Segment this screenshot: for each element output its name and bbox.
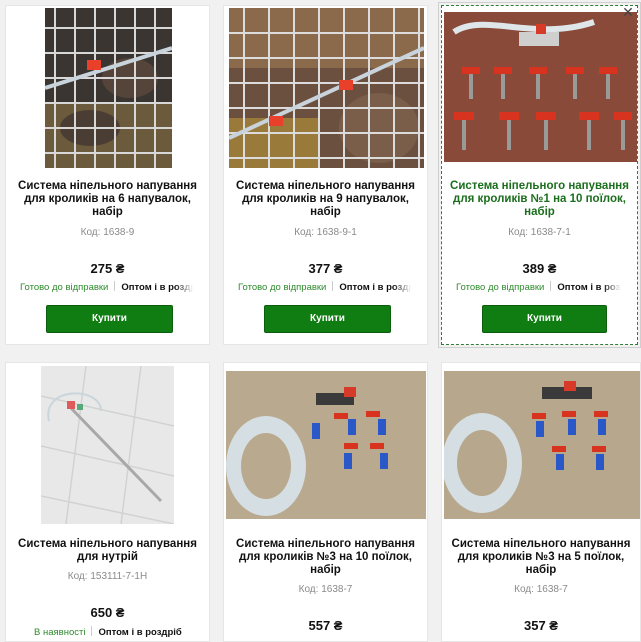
availability-row: В наявностi Оптом i в роздрiб — [34, 626, 193, 640]
product-image[interactable] — [226, 371, 426, 519]
product-title[interactable]: Система нiпельного напування для кроликi… — [448, 538, 634, 577]
product-title[interactable]: Система нiпельного напування для кроликi… — [230, 538, 421, 577]
text-fade — [175, 281, 193, 295]
product-title[interactable]: Система нiпельного напування для кроликi… — [448, 180, 631, 219]
product-image[interactable] — [444, 12, 637, 162]
product-card[interactable]: Система нiпельного напування для кроликi… — [223, 362, 428, 642]
product-card[interactable]: ✕ Система нiпельного напування для кроли… — [438, 2, 641, 348]
product-image[interactable] — [444, 371, 640, 519]
product-price: 557 ₴ — [308, 618, 343, 633]
divider — [550, 281, 552, 291]
availability-row: Готово до вiдправкиОптом i в роздрiб — [238, 281, 411, 295]
product-title[interactable]: Система нiпельного напування для нутрiй — [12, 538, 203, 564]
stock-status: Готово до вiдправки — [456, 282, 545, 293]
product-image[interactable] — [229, 8, 424, 168]
stock-status: В наявностi — [34, 627, 86, 638]
product-price: 389 ₴ — [522, 261, 557, 276]
product-price: 377 ₴ — [308, 261, 343, 276]
product-code: Код: 153111-7-1Н — [67, 571, 148, 582]
product-card[interactable]: Система нiпельного напування для кроликi… — [441, 362, 641, 642]
product-price: 650 ₴ — [90, 605, 125, 620]
product-card[interactable]: Система нiпельного напування для кроликi… — [5, 5, 210, 345]
product-code: Код: 1638-7 — [298, 584, 353, 595]
divider — [114, 281, 116, 291]
divider — [332, 281, 334, 291]
product-code: Код: 1638-9 — [80, 227, 135, 238]
text-fade — [603, 281, 621, 295]
availability-row: Готово до вiдправкиОптом i в роздрiб — [456, 281, 621, 295]
product-price: 357 ₴ — [524, 618, 558, 633]
product-image[interactable] — [45, 8, 172, 168]
product-card[interactable]: Система нiпельного напування для нутрiй … — [5, 362, 210, 642]
availability-row: Готово до вiдправкиОптом i в роздрiб — [20, 281, 193, 295]
product-title[interactable]: Система нiпельного напування для кроликi… — [12, 180, 203, 219]
text-fade — [393, 281, 411, 295]
stock-status: Готово до вiдправки — [20, 282, 109, 293]
buy-button[interactable]: Купити — [264, 305, 391, 333]
product-code: Код: 1638-9-1 — [294, 227, 357, 238]
product-code: Код: 1638-7 — [514, 584, 568, 595]
product-price: 275 ₴ — [90, 261, 125, 276]
product-title[interactable]: Система нiпельного напування для кроликi… — [230, 180, 421, 219]
product-image[interactable] — [41, 366, 174, 524]
product-code: Код: 1638-7-1 — [508, 227, 571, 238]
product-card[interactable]: Система нiпельного напування для кроликi… — [223, 5, 428, 345]
wholesale-label: Оптом i в роздрiб — [98, 627, 182, 638]
buy-button[interactable]: Купити — [482, 305, 607, 333]
close-icon[interactable]: ✕ — [621, 6, 635, 20]
stock-status: Готово до вiдправки — [238, 282, 327, 293]
buy-button[interactable]: Купити — [46, 305, 173, 333]
divider — [91, 626, 93, 636]
